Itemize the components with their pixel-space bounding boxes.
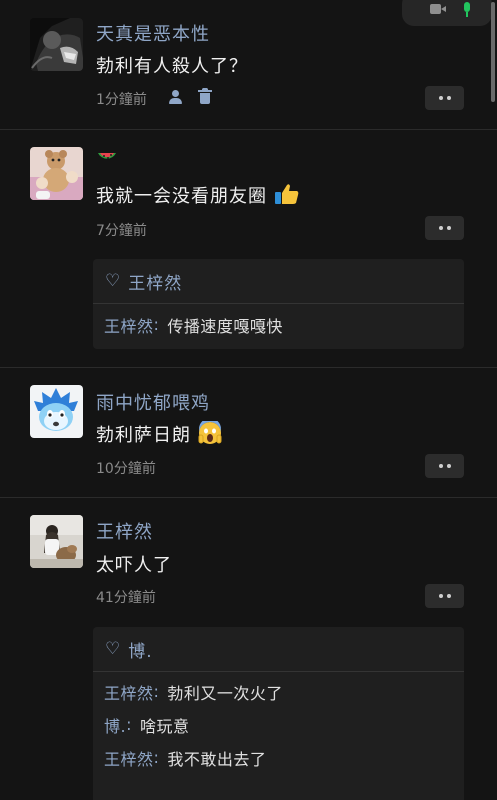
likes-comments-box: ♡ 博. 王梓然: 勃利又一次火了 博.: 啥玩意 王梓然: 我不敢出去了 bbox=[93, 627, 464, 800]
post-time: 41分鐘前 bbox=[96, 590, 156, 606]
post-text: 勃利萨日朗 bbox=[96, 421, 222, 447]
comment-colon: : bbox=[153, 315, 160, 334]
trash-icon[interactable] bbox=[198, 88, 212, 104]
like-user-name[interactable]: 王梓然 bbox=[128, 269, 182, 294]
feed-post: 天真是恶本性 勃利有人殺人了？ 1分鐘前 bbox=[0, 0, 497, 130]
post-time: 1分鐘前 bbox=[96, 92, 147, 108]
heart-icon: ♡ bbox=[105, 270, 121, 291]
feed-post: 雨中忧郁喂鸡 勃利萨日朗 10分鐘前 bbox=[0, 368, 497, 498]
comment-author[interactable]: 博. bbox=[104, 713, 126, 737]
post-owner-actions bbox=[168, 88, 212, 104]
comment-colon: : bbox=[126, 715, 132, 734]
avatar[interactable] bbox=[30, 385, 83, 438]
more-dots-icon[interactable] bbox=[425, 86, 464, 110]
more-dots-icon[interactable] bbox=[425, 584, 464, 608]
post-time: 10分鐘前 bbox=[96, 461, 156, 477]
comment-author[interactable]: 王梓然 bbox=[104, 680, 154, 704]
post-author-name[interactable]: 王梓然 bbox=[96, 518, 153, 544]
avatar[interactable] bbox=[30, 18, 83, 71]
person-icon[interactable] bbox=[168, 89, 184, 104]
comment-item[interactable]: 王梓然: 我不敢出去了 bbox=[93, 741, 464, 774]
comment-author[interactable]: 王梓然 bbox=[104, 746, 154, 770]
comment-item[interactable]: 博.: 啥玩意 bbox=[93, 708, 464, 741]
post-author-name[interactable] bbox=[96, 150, 118, 171]
comment-item[interactable]: 王梓然: 勃利又一次火了 bbox=[93, 675, 464, 708]
post-time: 7分鐘前 bbox=[96, 223, 147, 239]
likes-comments-box: ♡ 王梓然 王梓然: 传播速度嘎嘎快 bbox=[93, 259, 464, 349]
more-dots-icon[interactable] bbox=[425, 216, 464, 240]
moments-feed: 天真是恶本性 勃利有人殺人了？ 1分鐘前 我就一会没看朋友圈 7分鐘前 ♡ 王梓… bbox=[0, 0, 497, 800]
more-dots-icon[interactable] bbox=[425, 454, 464, 478]
post-author-name[interactable]: 天真是恶本性 bbox=[96, 20, 210, 46]
post-text: 我就一会没看朋友圈 bbox=[96, 182, 300, 208]
post-text-content: 勃利萨日朗 bbox=[96, 425, 191, 446]
comment-colon: : bbox=[153, 748, 160, 767]
likes-row: ♡ 博. bbox=[93, 627, 464, 671]
avatar[interactable] bbox=[30, 515, 83, 568]
feed-post: 我就一会没看朋友圈 7分鐘前 ♡ 王梓然 王梓然: 传播速度嘎嘎快 bbox=[0, 130, 497, 368]
like-user-name[interactable]: 博. bbox=[128, 637, 152, 662]
post-text: 勃利有人殺人了？ bbox=[96, 56, 248, 77]
likes-row: ♡ 王梓然 bbox=[93, 259, 464, 303]
comment-author[interactable]: 王梓然 bbox=[104, 313, 154, 337]
thumbs-up-emoji-icon bbox=[274, 184, 299, 204]
feed-post: 王梓然 太吓人了 41分鐘前 ♡ 博. 王梓然: 勃利又一次火了 博.: 啥玩意… bbox=[0, 498, 497, 800]
avatar[interactable] bbox=[30, 147, 83, 200]
comment-colon: : bbox=[153, 682, 160, 701]
watermelon-emoji-icon bbox=[98, 153, 116, 159]
comment-text: 我不敢出去了 bbox=[167, 749, 267, 769]
comment-text: 勃利又一次火了 bbox=[167, 683, 283, 703]
comment-item[interactable]: 王梓然: 传播速度嘎嘎快 bbox=[93, 308, 464, 341]
scream-emoji-icon bbox=[198, 421, 222, 444]
post-text: 太吓人了 bbox=[96, 555, 172, 576]
post-text-content: 我就一会没看朋友圈 bbox=[96, 186, 267, 207]
heart-icon: ♡ bbox=[105, 638, 121, 659]
comment-text: 啥玩意 bbox=[139, 716, 190, 736]
comment-text: 传播速度嘎嘎快 bbox=[167, 316, 283, 336]
post-author-name[interactable]: 雨中忧郁喂鸡 bbox=[96, 389, 210, 415]
